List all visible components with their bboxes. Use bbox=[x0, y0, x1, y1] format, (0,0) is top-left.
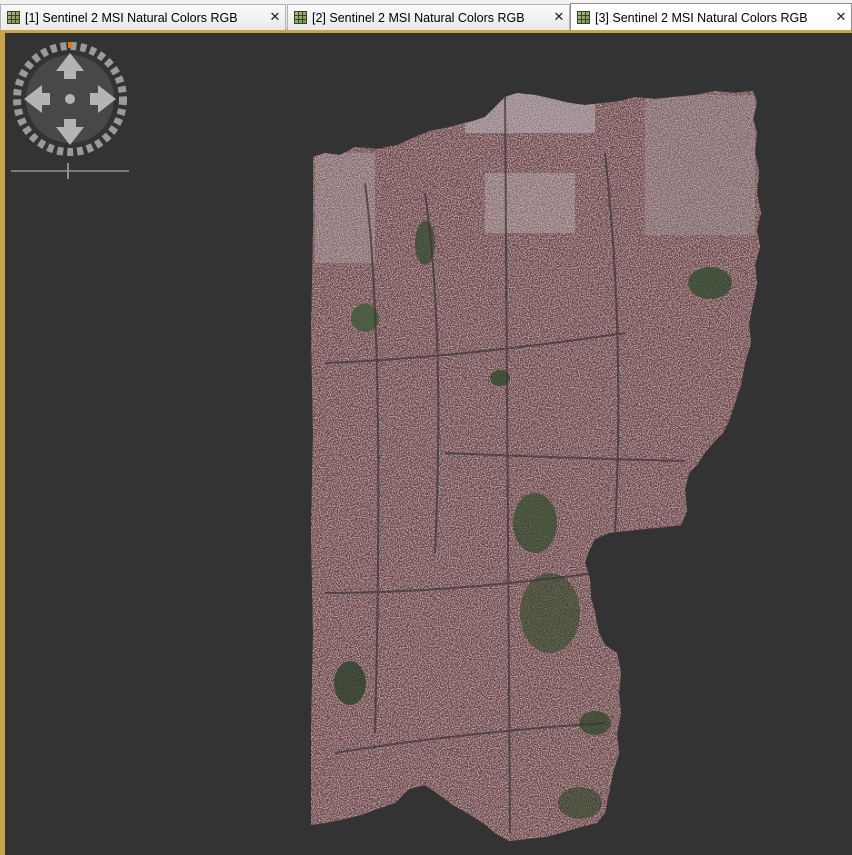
zoom-slider[interactable] bbox=[11, 170, 129, 172]
tab-label: [3] Sentinel 2 MSI Natural Colors RGB bbox=[595, 10, 808, 25]
tab-view-3[interactable]: [3] Sentinel 2 MSI Natural Colors RGB ✕ bbox=[570, 3, 852, 31]
image-view-canvas[interactable] bbox=[5, 33, 852, 855]
close-icon[interactable]: ✕ bbox=[551, 10, 567, 25]
pan-navigation-icon[interactable] bbox=[8, 37, 132, 161]
image-view-icon bbox=[294, 11, 307, 24]
close-icon[interactable]: ✕ bbox=[267, 10, 283, 25]
image-view-icon bbox=[577, 11, 590, 24]
tab-label: [2] Sentinel 2 MSI Natural Colors RGB bbox=[312, 10, 525, 25]
close-icon[interactable]: ✕ bbox=[833, 10, 849, 25]
tab-view-2[interactable]: [2] Sentinel 2 MSI Natural Colors RGB ✕ bbox=[287, 4, 570, 30]
tab-view-1[interactable]: [1] Sentinel 2 MSI Natural Colors RGB ✕ bbox=[0, 4, 286, 30]
tab-label: [1] Sentinel 2 MSI Natural Colors RGB bbox=[25, 10, 238, 25]
sentinel-2-raster-image bbox=[311, 91, 761, 841]
image-view-icon bbox=[7, 11, 20, 24]
tab-bar: [1] Sentinel 2 MSI Natural Colors RGB ✕ … bbox=[0, 0, 852, 31]
zoom-slider-thumb[interactable] bbox=[67, 163, 69, 179]
